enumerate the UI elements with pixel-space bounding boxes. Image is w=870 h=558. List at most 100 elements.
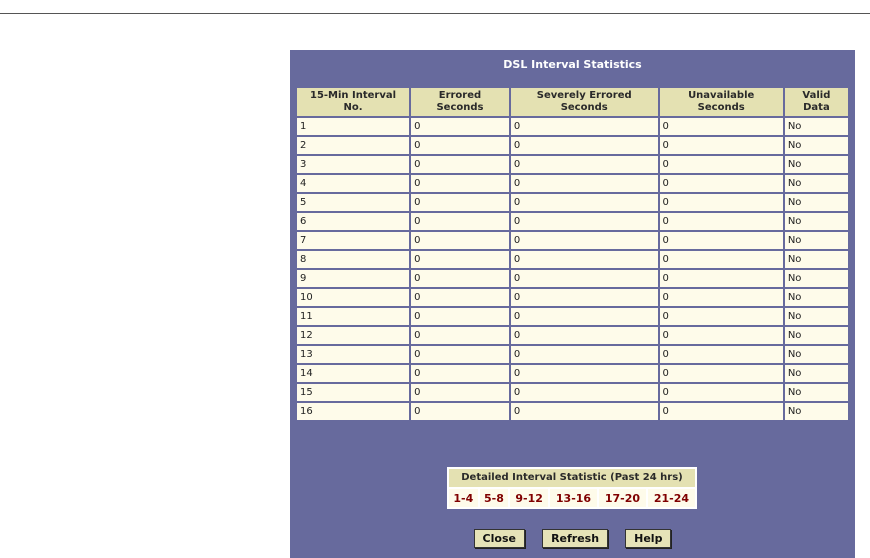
table-row: 1 0 0 0 No: [297, 118, 848, 135]
cell-unavailable-seconds: 0: [659, 251, 783, 268]
cell-unavailable-seconds: 0: [659, 175, 783, 192]
cell-unavailable-seconds: 0: [659, 232, 783, 249]
cell-severely-errored-seconds: 0: [510, 308, 658, 325]
cell-errored-seconds: 0: [411, 270, 509, 287]
table-row: 2 0 0 0 No: [297, 137, 848, 154]
cell-interval-no: 10: [297, 289, 410, 306]
cell-severely-errored-seconds: 0: [510, 384, 658, 401]
cell-errored-seconds: 0: [411, 137, 509, 154]
table-row: 12 0 0 0 No: [297, 327, 848, 344]
table-row: 4 0 0 0 No: [297, 175, 848, 192]
cell-errored-seconds: 0: [411, 308, 509, 325]
table-row: 9 0 0 0 No: [297, 270, 848, 287]
cell-unavailable-seconds: 0: [659, 156, 783, 173]
table-row: 6 0 0 0 No: [297, 213, 848, 230]
detail-links-title: Detailed Interval Statistic (Past 24 hrs…: [449, 469, 695, 487]
table-row: 7 0 0 0 No: [297, 232, 848, 249]
cell-valid-data: No: [784, 327, 848, 344]
cell-severely-errored-seconds: 0: [510, 156, 658, 173]
cell-valid-data: No: [784, 137, 848, 154]
cell-severely-errored-seconds: 0: [510, 289, 658, 306]
cell-interval-no: 4: [297, 175, 410, 192]
top-divider: [0, 13, 870, 14]
cell-interval-no: 7: [297, 232, 410, 249]
cell-valid-data: No: [784, 270, 848, 287]
cell-valid-data: No: [784, 194, 848, 211]
cell-interval-no: 5: [297, 194, 410, 211]
interval-link-17-20[interactable]: 17-20: [598, 489, 646, 507]
cell-errored-seconds: 0: [411, 289, 509, 306]
table-row: 3 0 0 0 No: [297, 156, 848, 173]
cell-unavailable-seconds: 0: [659, 327, 783, 344]
cell-unavailable-seconds: 0: [659, 346, 783, 363]
cell-unavailable-seconds: 0: [659, 213, 783, 230]
table-row: 15 0 0 0 No: [297, 384, 848, 401]
help-button[interactable]: Help: [625, 529, 672, 548]
cell-errored-seconds: 0: [411, 365, 509, 382]
interval-statistics-panel: DSL Interval Statistics 15-Min Interval …: [290, 50, 855, 558]
header-severely-errored-seconds: Severely Errored Seconds: [510, 88, 658, 116]
panel-title: DSL Interval Statistics: [503, 58, 642, 71]
refresh-button[interactable]: Refresh: [542, 529, 609, 548]
cell-unavailable-seconds: 0: [659, 289, 783, 306]
cell-severely-errored-seconds: 0: [510, 365, 658, 382]
cell-valid-data: No: [784, 384, 848, 401]
cell-severely-errored-seconds: 0: [510, 327, 658, 344]
header-errored-seconds: Errored Seconds: [411, 88, 509, 116]
cell-valid-data: No: [784, 346, 848, 363]
cell-errored-seconds: 0: [411, 213, 509, 230]
cell-interval-no: 11: [297, 308, 410, 325]
cell-interval-no: 16: [297, 403, 410, 420]
interval-link-5-8[interactable]: 5-8: [479, 489, 509, 507]
cell-valid-data: No: [784, 365, 848, 382]
cell-interval-no: 2: [297, 137, 410, 154]
header-valid-data: Valid Data: [784, 88, 848, 116]
cell-interval-no: 13: [297, 346, 410, 363]
interval-statistics-table: 15-Min Interval No. Errored Seconds Seve…: [295, 86, 850, 422]
table-row: 13 0 0 0 No: [297, 346, 848, 363]
table-row: 10 0 0 0 No: [297, 289, 848, 306]
cell-severely-errored-seconds: 0: [510, 118, 658, 135]
cell-interval-no: 15: [297, 384, 410, 401]
table-row: 5 0 0 0 No: [297, 194, 848, 211]
cell-errored-seconds: 0: [411, 403, 509, 420]
cell-unavailable-seconds: 0: [659, 118, 783, 135]
cell-valid-data: No: [784, 403, 848, 420]
cell-valid-data: No: [784, 175, 848, 192]
cell-valid-data: No: [784, 308, 848, 325]
table-header-row: 15-Min Interval No. Errored Seconds Seve…: [297, 88, 848, 116]
cell-errored-seconds: 0: [411, 194, 509, 211]
detailed-interval-links: Detailed Interval Statistic (Past 24 hrs…: [447, 467, 697, 509]
interval-link-21-24[interactable]: 21-24: [647, 489, 695, 507]
cell-interval-no: 12: [297, 327, 410, 344]
cell-valid-data: No: [784, 251, 848, 268]
cell-severely-errored-seconds: 0: [510, 232, 658, 249]
cell-severely-errored-seconds: 0: [510, 251, 658, 268]
cell-unavailable-seconds: 0: [659, 384, 783, 401]
interval-link-13-16[interactable]: 13-16: [550, 489, 597, 507]
cell-interval-no: 9: [297, 270, 410, 287]
cell-severely-errored-seconds: 0: [510, 270, 658, 287]
table-row: 16 0 0 0 No: [297, 403, 848, 420]
interval-link-9-12[interactable]: 9-12: [510, 489, 548, 507]
button-bar: Close Refresh Help: [290, 527, 855, 548]
table-row: 14 0 0 0 No: [297, 365, 848, 382]
cell-valid-data: No: [784, 213, 848, 230]
close-button[interactable]: Close: [473, 529, 525, 548]
cell-errored-seconds: 0: [411, 384, 509, 401]
interval-link-1-4[interactable]: 1-4: [449, 489, 478, 507]
cell-valid-data: No: [784, 232, 848, 249]
cell-valid-data: No: [784, 156, 848, 173]
cell-errored-seconds: 0: [411, 232, 509, 249]
cell-valid-data: No: [784, 118, 848, 135]
cell-unavailable-seconds: 0: [659, 365, 783, 382]
cell-severely-errored-seconds: 0: [510, 175, 658, 192]
cell-valid-data: No: [784, 289, 848, 306]
cell-interval-no: 1: [297, 118, 410, 135]
cell-errored-seconds: 0: [411, 251, 509, 268]
cell-severely-errored-seconds: 0: [510, 403, 658, 420]
cell-severely-errored-seconds: 0: [510, 346, 658, 363]
table-row: 11 0 0 0 No: [297, 308, 848, 325]
cell-interval-no: 3: [297, 156, 410, 173]
cell-severely-errored-seconds: 0: [510, 194, 658, 211]
